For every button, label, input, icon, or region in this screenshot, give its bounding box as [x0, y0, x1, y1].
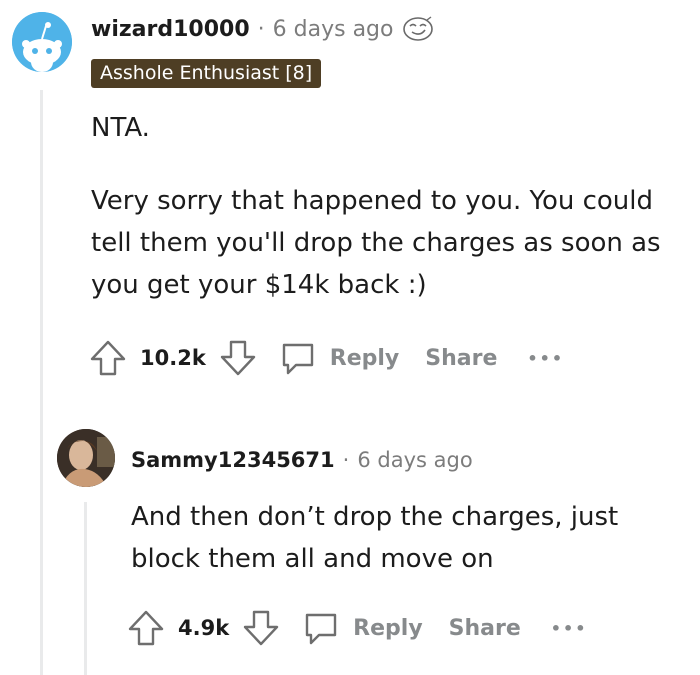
reply-label: Reply — [353, 615, 423, 641]
downvote-arrow-icon — [220, 340, 255, 376]
reply-actions: 4.9k Reply Share ••• — [126, 607, 587, 649]
downvote-button[interactable] — [241, 608, 281, 648]
comment-bubble-icon — [305, 613, 337, 645]
separator-dot: · — [342, 448, 350, 472]
reply-button[interactable]: Reply — [278, 338, 400, 378]
username[interactable]: wizard10000 — [91, 17, 250, 42]
upvote-arrow-icon — [128, 610, 164, 646]
comment-actions: 10.2k Reply Share ••• — [88, 337, 564, 379]
user-photo-icon — [57, 429, 115, 487]
timestamp[interactable]: 6 days ago — [273, 17, 394, 42]
comment-body-line2: Very sorry that happened to you. You cou… — [91, 186, 661, 300]
vote-score: 4.9k — [178, 616, 230, 640]
upvote-button[interactable] — [88, 338, 128, 378]
snoo-avatar-icon — [12, 12, 72, 72]
comment-bubble-icon — [282, 343, 313, 375]
upvote-button[interactable] — [126, 608, 166, 648]
comment-body-line1: NTA. — [91, 113, 150, 143]
reply-meta: Sammy12345671 · 6 days ago — [131, 446, 473, 474]
avatar[interactable] — [57, 429, 115, 487]
vote-score: 10.2k — [140, 346, 206, 370]
share-button[interactable]: Share — [425, 346, 497, 371]
separator-dot: · — [257, 16, 265, 42]
avatar[interactable] — [12, 12, 72, 72]
share-button[interactable]: Share — [449, 616, 521, 641]
downvote-button[interactable] — [218, 338, 258, 378]
timestamp[interactable]: 6 days ago — [357, 448, 472, 472]
thread-line-reply[interactable] — [84, 502, 87, 675]
downvote-arrow-icon — [243, 610, 279, 646]
comment-meta: wizard10000 · 6 days ago — [91, 14, 435, 44]
username[interactable]: Sammy12345671 — [131, 448, 335, 472]
thread-line-main[interactable] — [40, 90, 43, 675]
reply-button[interactable]: Reply — [301, 608, 423, 648]
upvote-arrow-icon — [90, 340, 126, 376]
more-options-button[interactable]: ••• — [527, 349, 564, 368]
user-flair: Asshole Enthusiast [8] — [91, 59, 322, 88]
smirk-face-icon[interactable] — [401, 15, 435, 43]
reply-body: And then don’t drop the charges, just bl… — [131, 502, 619, 574]
reply-label: Reply — [329, 345, 400, 371]
more-options-button[interactable]: ••• — [551, 619, 588, 638]
